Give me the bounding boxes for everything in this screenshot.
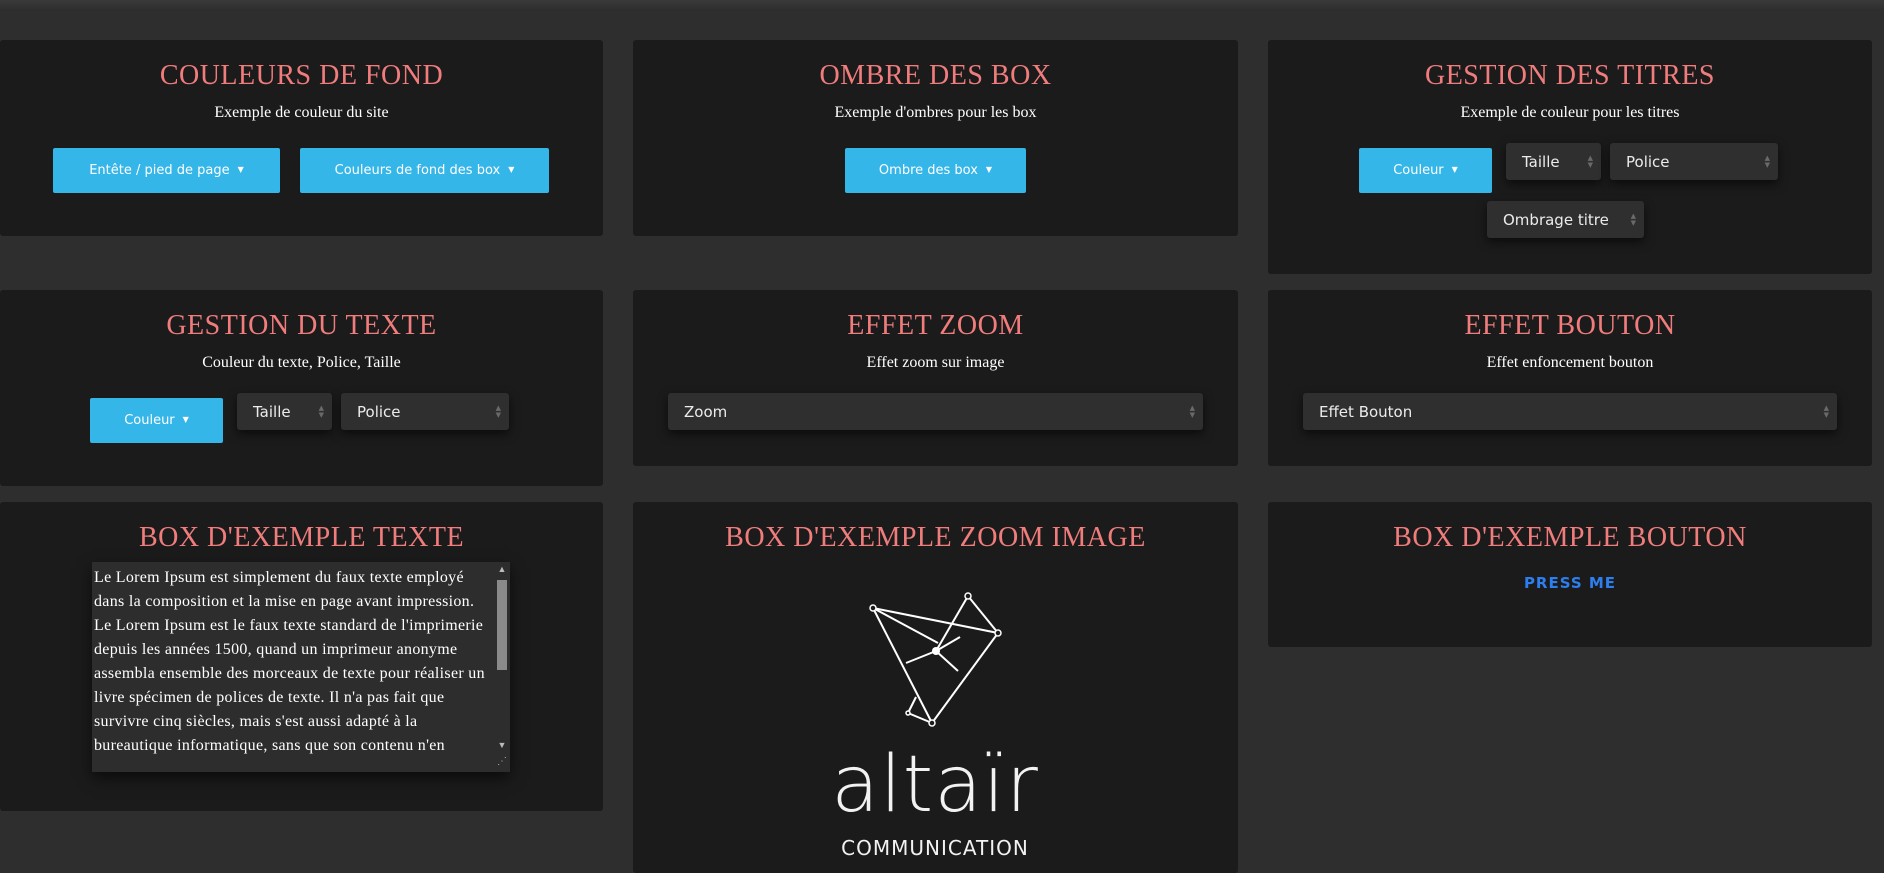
scroll-up-icon[interactable]: ▲ bbox=[494, 562, 510, 576]
box-ombre-des-box: OMBRE DES BOX Exemple d'ombres pour les … bbox=[633, 40, 1238, 236]
title-size-select[interactable]: Taille ▲ ▼ bbox=[1506, 143, 1601, 180]
press-me-button[interactable]: PRESS ME bbox=[1268, 574, 1872, 592]
box-couleurs-de-fond: COULEURS DE FOND Exemple de couleur du s… bbox=[0, 40, 603, 236]
select-value: Police bbox=[1626, 152, 1670, 171]
box-title: GESTION DES TITRES bbox=[1424, 60, 1716, 91]
box-subtitle: Exemple de couleur du site bbox=[214, 104, 389, 121]
select-value: Zoom bbox=[684, 402, 728, 421]
box-gestion-du-texte: GESTION DU TEXTE Couleur du texte, Polic… bbox=[0, 290, 603, 486]
select-arrows-icon: ▲ ▼ bbox=[1764, 153, 1770, 169]
header-footer-color-button[interactable]: Entête / pied de page ▼ bbox=[53, 148, 280, 193]
box-title: BOX D'EXEMPLE BOUTON bbox=[1393, 522, 1747, 553]
scroll-down-icon[interactable]: ▼ bbox=[494, 738, 510, 752]
button-label: Couleur bbox=[1393, 163, 1444, 178]
scroll-thumb[interactable] bbox=[497, 580, 507, 670]
select-value: Ombrage titre bbox=[1503, 210, 1609, 229]
select-value: Taille bbox=[253, 402, 291, 421]
textarea-scrollbar[interactable]: ▲ ▼ ⋰ bbox=[494, 562, 510, 772]
box-subtitle: Couleur du texte, Police, Taille bbox=[202, 354, 401, 371]
example-textarea[interactable]: Le Lorem Ipsum est simplement du faux te… bbox=[92, 562, 510, 772]
title-font-select[interactable]: Police ▲ ▼ bbox=[1610, 143, 1778, 180]
caret-down-icon: ▼ bbox=[985, 165, 993, 174]
logo-wordmark: altaïr bbox=[831, 740, 1039, 830]
select-arrows-icon: ▲ ▼ bbox=[1587, 153, 1593, 169]
box-subtitle: Exemple d'ombres pour les box bbox=[834, 104, 1037, 121]
zoom-select[interactable]: Zoom ▲ ▼ bbox=[668, 393, 1203, 430]
select-value: Taille bbox=[1522, 152, 1560, 171]
button-effect-select[interactable]: Effet Bouton ▲ ▼ bbox=[1303, 393, 1837, 430]
altair-logo-icon bbox=[869, 592, 1002, 727]
resize-grip-icon[interactable]: ⋰ bbox=[494, 756, 510, 772]
select-arrows-icon: ▲ ▼ bbox=[318, 403, 324, 419]
title-color-button[interactable]: Couleur ▼ bbox=[1359, 148, 1492, 193]
button-label: Couleurs de fond des box bbox=[334, 163, 501, 178]
textarea-content: Le Lorem Ipsum est simplement du faux te… bbox=[94, 569, 485, 754]
caret-down-icon: ▼ bbox=[508, 165, 515, 174]
text-size-select[interactable]: Taille ▲ ▼ bbox=[237, 393, 332, 430]
title-shadow-select[interactable]: Ombrage titre ▲ ▼ bbox=[1487, 201, 1644, 238]
box-background-color-button[interactable]: Couleurs de fond des box ▼ bbox=[300, 148, 549, 193]
box-title: EFFET ZOOM bbox=[847, 310, 1024, 341]
select-arrows-icon: ▲ ▼ bbox=[1189, 403, 1195, 419]
select-arrows-icon: ▲ ▼ bbox=[495, 403, 501, 419]
box-effet-bouton: EFFET BOUTON Effet enfoncement bouton bbox=[1268, 290, 1872, 466]
caret-down-icon: ▼ bbox=[1451, 165, 1458, 174]
box-title: EFFET BOUTON bbox=[1464, 310, 1676, 341]
logo-subtitle: COMMUNICATION bbox=[841, 836, 1029, 860]
select-arrows-icon: ▲ ▼ bbox=[1630, 211, 1636, 227]
box-subtitle: Exemple de couleur pour les titres bbox=[1460, 104, 1680, 121]
button-label: Entête / pied de page bbox=[89, 163, 230, 178]
box-shadow-button[interactable]: Ombre des box ▼ bbox=[845, 148, 1026, 193]
box-title: BOX D'EXEMPLE ZOOM IMAGE bbox=[725, 522, 1146, 553]
select-value: Police bbox=[357, 402, 401, 421]
button-label: Ombre des box bbox=[878, 163, 978, 178]
button-label: Couleur bbox=[124, 413, 175, 428]
top-bar bbox=[0, 0, 1884, 10]
box-subtitle: Effet enfoncement bouton bbox=[1486, 354, 1654, 371]
box-title: BOX D'EXEMPLE TEXTE bbox=[138, 522, 465, 553]
select-value: Effet Bouton bbox=[1319, 402, 1413, 421]
select-arrows-icon: ▲ ▼ bbox=[1823, 403, 1829, 419]
box-title: OMBRE DES BOX bbox=[819, 60, 1052, 91]
box-title: GESTION DU TEXTE bbox=[166, 310, 437, 341]
caret-down-icon: ▼ bbox=[237, 165, 244, 174]
box-subtitle: Effet zoom sur image bbox=[866, 354, 1005, 371]
box-effet-zoom: EFFET ZOOM Effet zoom sur image bbox=[633, 290, 1238, 466]
caret-down-icon: ▼ bbox=[182, 415, 189, 424]
text-font-select[interactable]: Police ▲ ▼ bbox=[341, 393, 509, 430]
text-color-button[interactable]: Couleur ▼ bbox=[90, 398, 223, 443]
box-title: COULEURS DE FOND bbox=[159, 60, 444, 91]
